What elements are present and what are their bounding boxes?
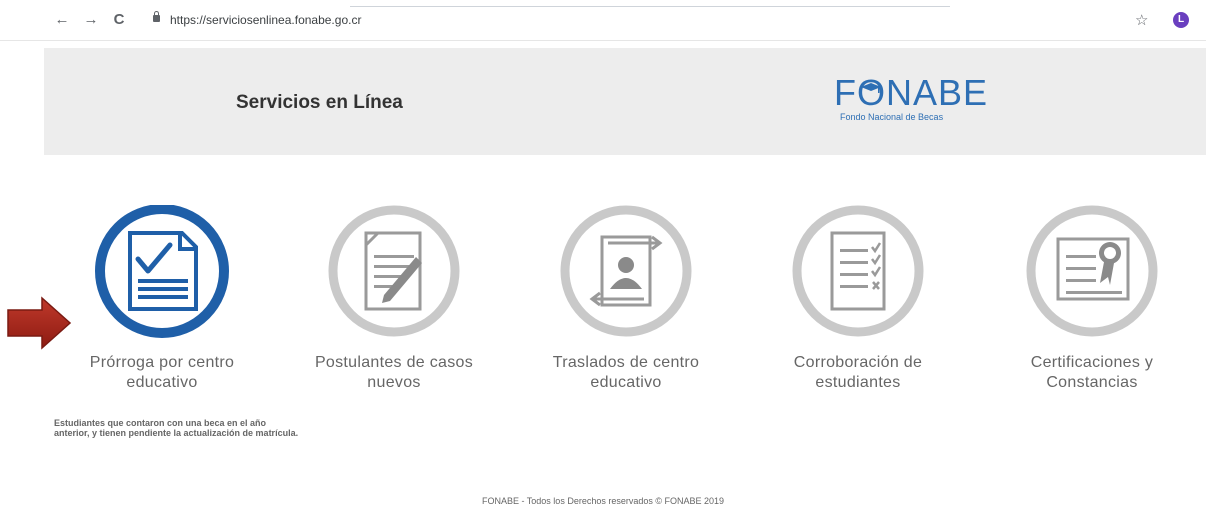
address-bar[interactable]: https://serviciosenlinea.fonabe.go.cr: [143, 10, 1153, 32]
tab-strip: [350, 0, 950, 7]
service-label[interactable]: Prórroga por centro educativo: [62, 353, 262, 393]
service-prorroga[interactable]: Prórroga por centro educativo: [62, 205, 262, 393]
transfer-person-icon[interactable]: [556, 205, 696, 345]
lock-icon: [153, 11, 160, 24]
service-description: Estudiantes que contaron con una beca en…: [54, 418, 299, 438]
checklist-icon[interactable]: [788, 205, 928, 345]
reload-icon[interactable]: C: [110, 11, 128, 29]
graduation-cap-icon: [861, 83, 881, 93]
service-certificaciones[interactable]: Certificaciones y Constancias: [992, 205, 1192, 393]
header-banner: Servicios en Línea FONABE Fondo Nacional…: [44, 48, 1206, 155]
service-label[interactable]: Postulantes de casos nuevos: [294, 353, 494, 393]
footer-copyright: FONABE - Todos los Derechos reservados ©…: [481, 496, 725, 506]
url-text[interactable]: https://serviciosenlinea.fonabe.go.cr: [170, 13, 361, 27]
forward-arrow-icon[interactable]: →: [82, 11, 100, 29]
back-arrow-icon[interactable]: ←: [53, 11, 71, 29]
logo-text: FONABE: [834, 72, 989, 113]
bookmark-star-icon[interactable]: ☆: [1135, 11, 1148, 29]
service-postulantes[interactable]: Postulantes de casos nuevos: [294, 205, 494, 393]
logo-subtitle: Fondo Nacional de Becas: [840, 112, 944, 122]
certificate-icon[interactable]: [1022, 205, 1162, 345]
profile-avatar[interactable]: L: [1173, 12, 1189, 28]
service-label[interactable]: Corroboración de estudiantes: [758, 353, 958, 393]
page-title: Servicios en Línea: [236, 92, 403, 113]
fonabe-logo[interactable]: FONABE Fondo Nacional de Becas: [834, 72, 1004, 132]
document-pencil-icon[interactable]: [324, 205, 464, 345]
document-check-icon[interactable]: [92, 205, 232, 345]
service-traslados[interactable]: Traslados de centro educativo: [526, 205, 726, 393]
service-corroboracion[interactable]: Corroboración de estudiantes: [758, 205, 958, 393]
service-label[interactable]: Certificaciones y Constancias: [992, 353, 1192, 393]
service-label[interactable]: Traslados de centro educativo: [526, 353, 726, 393]
browser-toolbar: ← → C https://serviciosenlinea.fonabe.go…: [0, 0, 1206, 41]
